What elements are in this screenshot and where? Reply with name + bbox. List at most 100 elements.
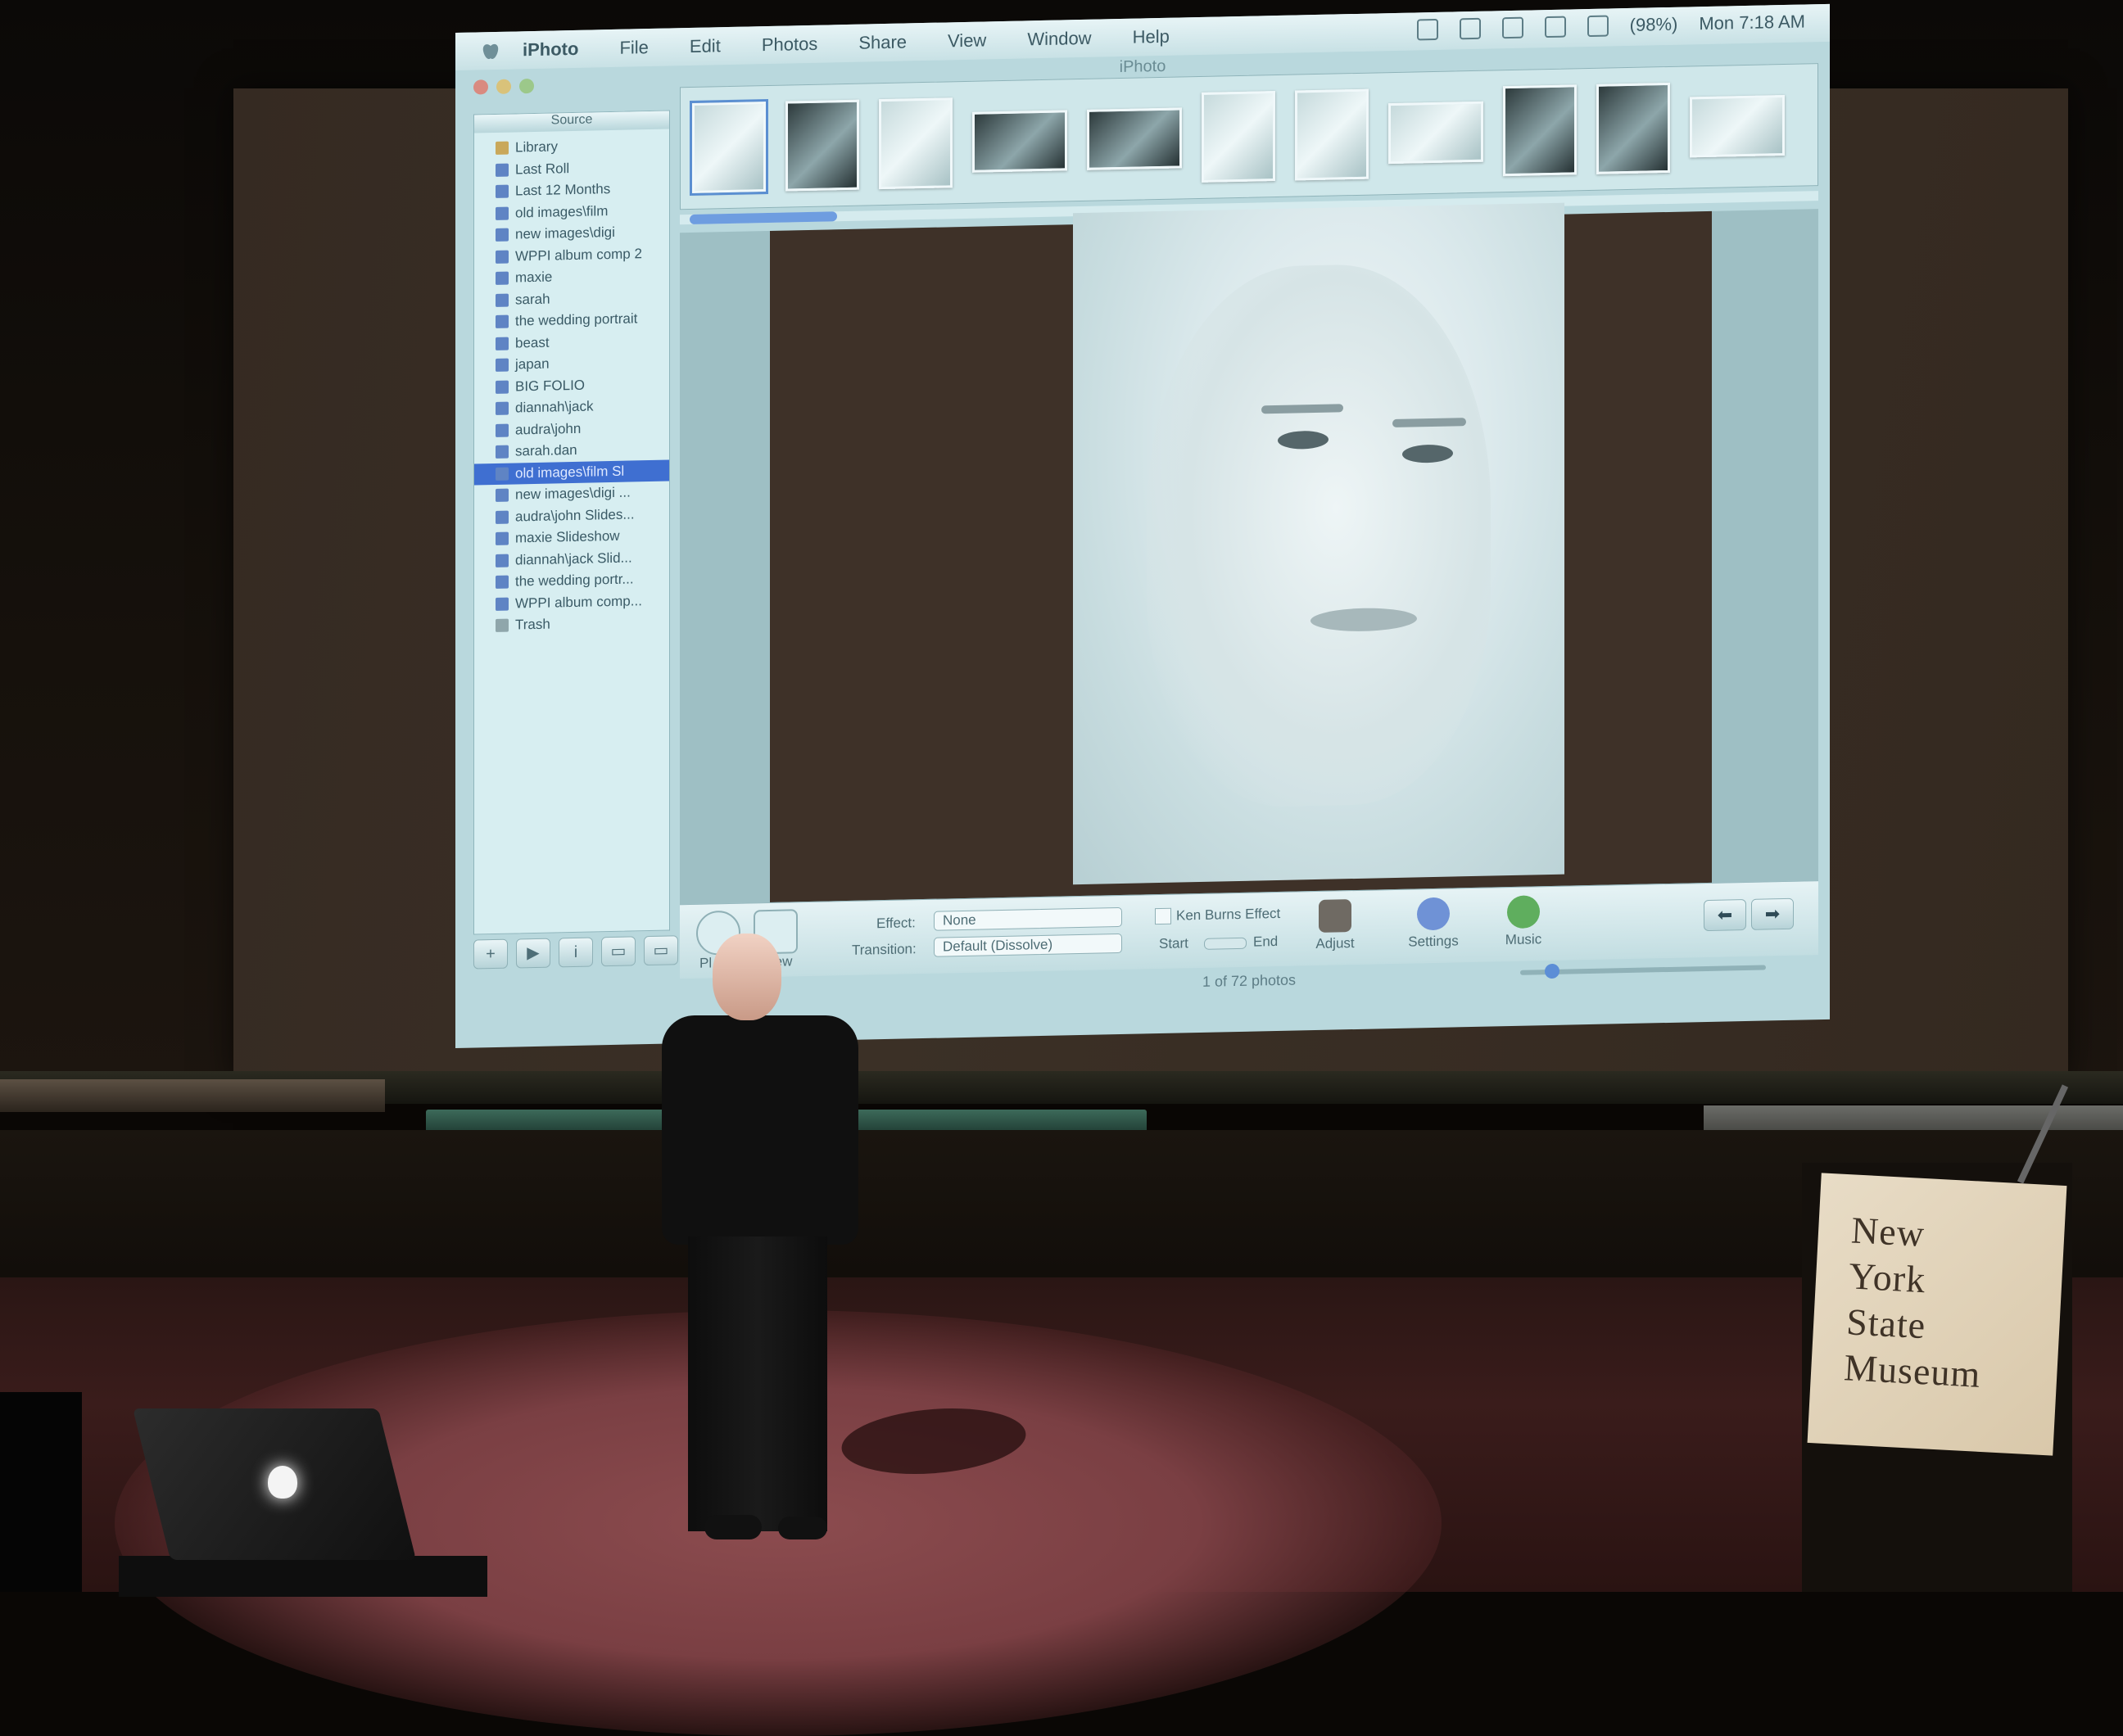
source-buttons: + ▶ i ▭ ▭ — [473, 935, 678, 970]
source-item-label: the wedding portrait — [515, 310, 638, 329]
album-icon — [496, 337, 509, 350]
source-item-label: diannah\jack Slid... — [515, 549, 632, 568]
right-shoe — [778, 1517, 827, 1539]
next-photo-button[interactable]: ➡ — [1751, 897, 1794, 930]
display-icon[interactable] — [1501, 16, 1523, 39]
album-icon — [496, 206, 509, 220]
album-icon — [496, 554, 509, 567]
adjust-icon — [1319, 899, 1351, 933]
iphoto-window: iPhoto File Edit Photos Share View Windo… — [455, 3, 1830, 1048]
previous-photo-button[interactable]: ⬅ — [1704, 898, 1746, 932]
end-label: End — [1253, 933, 1279, 950]
minimize-button[interactable] — [496, 79, 511, 94]
album-icon — [496, 380, 509, 394]
trash-icon — [496, 618, 509, 633]
presenter-legs — [688, 1236, 827, 1531]
album-icon — [496, 293, 509, 307]
handout-table — [0, 1079, 385, 1112]
start-end-toggle[interactable] — [1204, 937, 1247, 950]
album-icon — [496, 401, 509, 416]
source-header: Source — [474, 111, 669, 133]
left-eye — [1278, 430, 1329, 450]
source-item-label: WPPI album comp... — [515, 592, 642, 612]
start-label: Start — [1159, 935, 1188, 952]
play-slideshow-button[interactable]: ▶ — [516, 938, 550, 969]
apple-logo-icon — [268, 1466, 297, 1499]
thumbnail[interactable] — [1503, 84, 1577, 177]
thumbnail[interactable] — [1295, 88, 1369, 181]
source-item-label: new images\digi ... — [515, 484, 631, 503]
podium-sign: New York State Museum — [1807, 1173, 2067, 1456]
menu-iphoto[interactable]: iPhoto — [523, 38, 578, 61]
source-item-label: old images\film Sl — [515, 463, 625, 481]
source-item-label: maxie — [515, 269, 553, 286]
source-item-label: diannah\jack — [515, 398, 594, 416]
source-item-label: Last 12 Months — [515, 181, 611, 199]
source-item-label: japan — [515, 355, 550, 373]
source-item-label: new images\digi — [515, 224, 615, 242]
volume-icon[interactable] — [1587, 15, 1609, 38]
thumbnail[interactable] — [785, 99, 859, 192]
main-photo[interactable] — [1073, 202, 1564, 885]
right-eye — [1402, 444, 1453, 463]
zoom-button[interactable] — [519, 78, 534, 94]
info-button[interactable]: i — [559, 937, 593, 968]
menubar-clock[interactable]: Mon 7:18 AM — [1699, 11, 1805, 34]
calendar-button[interactable]: ▭ — [601, 936, 636, 967]
adjust-tool[interactable]: Adjust — [1302, 899, 1368, 953]
source-item-label: the wedding portr... — [515, 571, 634, 590]
portrait-face — [1147, 261, 1491, 810]
menu-help[interactable]: Help — [1133, 26, 1170, 48]
phone-icon[interactable] — [1459, 17, 1481, 40]
thumbnail[interactable] — [1690, 95, 1785, 158]
transition-popup[interactable]: Default (Dissolve) — [934, 933, 1122, 957]
thumbnail[interactable] — [690, 99, 768, 196]
ken-burns-checkbox[interactable] — [1155, 907, 1171, 925]
music-tool[interactable]: Music — [1491, 895, 1556, 949]
slideshow-viewer — [680, 202, 1818, 905]
left-brow — [1261, 404, 1343, 414]
thumbnail[interactable] — [879, 97, 953, 190]
apple-menu-icon[interactable] — [478, 38, 503, 64]
menu-edit[interactable]: Edit — [690, 35, 721, 57]
presenter-torso — [662, 1015, 858, 1245]
close-button[interactable] — [473, 79, 488, 95]
menu-photos[interactable]: Photos — [762, 34, 818, 56]
menu-view[interactable]: View — [948, 29, 986, 52]
album-icon — [496, 250, 509, 264]
album-icon — [496, 597, 509, 611]
battery-status[interactable]: (98%) — [1630, 14, 1678, 36]
bluetooth-icon[interactable] — [1416, 18, 1438, 41]
lips — [1310, 607, 1417, 633]
album-icon — [496, 445, 509, 459]
scroll-thumb[interactable] — [690, 211, 837, 225]
thumbnail[interactable] — [972, 110, 1067, 173]
source-item-label: Trash — [515, 616, 550, 633]
album-icon — [496, 510, 509, 524]
thumbnail[interactable] — [1202, 91, 1275, 183]
right-brow — [1392, 418, 1466, 428]
left-shoe — [704, 1515, 762, 1539]
menu-extras: (98%) Mon 7:18 AM — [1416, 11, 1805, 41]
effect-popup[interactable]: None — [934, 906, 1122, 931]
settings-tool[interactable]: Settings — [1401, 897, 1466, 951]
menu-file[interactable]: File — [619, 37, 648, 59]
source-item-label: BIG FOLIO — [515, 377, 586, 395]
laptop-base — [119, 1556, 487, 1597]
window-controls — [473, 78, 534, 95]
source-pane: Source Library Last Roll Last 12 Months old… — [473, 110, 670, 935]
source-item-label: sarah — [515, 291, 550, 308]
wifi-icon[interactable] — [1544, 16, 1566, 38]
thumbnail[interactable] — [1087, 107, 1182, 170]
ken-burns-label: Ken Burns Effect — [1176, 905, 1281, 924]
source-item[interactable]: Trash — [474, 612, 669, 637]
effect-label: Effect: — [876, 915, 916, 932]
album-icon — [496, 184, 509, 199]
thumbnail[interactable] — [1596, 82, 1670, 174]
adjust-label: Adjust — [1315, 935, 1355, 952]
menu-share[interactable]: Share — [858, 31, 907, 53]
menu-window[interactable]: Window — [1027, 28, 1091, 51]
album-icon — [496, 271, 509, 286]
thumbnail[interactable] — [1388, 101, 1483, 165]
add-album-button[interactable]: + — [473, 938, 508, 970]
